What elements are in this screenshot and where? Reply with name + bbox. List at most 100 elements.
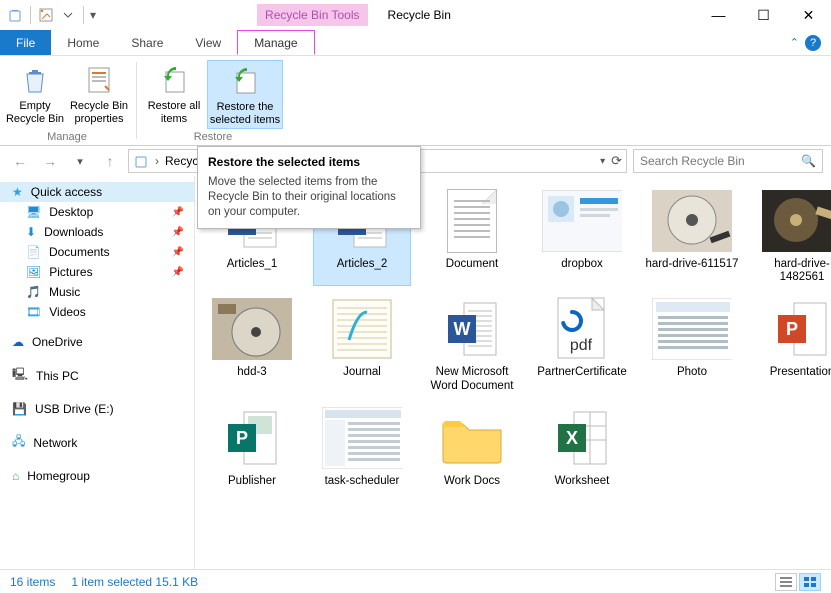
- file-thumb: [652, 186, 732, 256]
- pictures-icon: 🖼: [26, 265, 41, 279]
- sidebar-item-label: Videos: [49, 305, 85, 319]
- file-label: Publisher: [228, 475, 276, 488]
- tab-file[interactable]: File: [0, 30, 51, 55]
- sidebar-item-documents[interactable]: 📄 Documents 📌: [0, 242, 194, 262]
- file-label: Journal: [343, 366, 381, 379]
- large-icons-view-button[interactable]: [799, 573, 821, 591]
- tab-share[interactable]: Share: [115, 30, 179, 55]
- window-title: Recycle Bin: [388, 8, 451, 22]
- maximize-button[interactable]: ☐: [741, 0, 786, 30]
- details-view-button[interactable]: [775, 573, 797, 591]
- file-item[interactable]: XWorksheet: [533, 401, 631, 490]
- file-thumb: P: [762, 294, 831, 364]
- file-item[interactable]: pdf PartnerCertificate: [533, 292, 631, 394]
- network-icon: 🖧: [12, 432, 25, 453]
- titlebar: ▾ Recycle Bin Tools Recycle Bin — ☐ ✕: [0, 0, 831, 30]
- forward-button[interactable]: →: [38, 149, 62, 173]
- file-label: Worksheet: [555, 475, 610, 488]
- pin-icon: 📌: [172, 247, 184, 258]
- sidebar-item-label: This PC: [36, 369, 79, 383]
- sidebar-item-onedrive[interactable]: ☁ OneDrive: [0, 332, 194, 352]
- svg-text:W: W: [454, 319, 471, 339]
- file-label: dropbox: [561, 258, 603, 271]
- close-button[interactable]: ✕: [786, 0, 831, 30]
- sidebar-item-usb[interactable]: 💾 USB Drive (E:): [0, 399, 194, 419]
- sidebar-item-downloads[interactable]: ⬇ Downloads 📌: [0, 222, 194, 242]
- file-label: task-scheduler: [325, 475, 400, 488]
- file-item[interactable]: hdd-3: [203, 292, 301, 394]
- tab-manage[interactable]: Manage: [237, 30, 314, 55]
- recycle-bin-icon: [6, 6, 24, 24]
- search-icon: 🔍: [801, 154, 816, 168]
- sidebar-item-videos[interactable]: 🎞 Videos: [0, 302, 194, 322]
- file-label: Presentation: [770, 366, 831, 379]
- qat-dropdown-icon[interactable]: [59, 6, 77, 24]
- file-item[interactable]: Document: [423, 184, 521, 286]
- tooltip-body: Move the selected items from the Recycle…: [208, 175, 410, 220]
- properties-qat-icon[interactable]: [37, 6, 55, 24]
- file-thumb: [322, 403, 402, 473]
- file-thumb: [212, 294, 292, 364]
- empty-bin-icon: [19, 64, 51, 96]
- homegroup-icon: ⌂: [12, 469, 19, 483]
- restore-all-icon: [158, 64, 190, 96]
- restore-all-button[interactable]: Restore all items: [143, 60, 205, 129]
- file-thumb: W: [432, 294, 512, 364]
- file-thumb: pdf: [542, 294, 622, 364]
- file-item[interactable]: hard-drive-611517: [643, 184, 741, 286]
- sidebar-item-this-pc[interactable]: 🖳 This PC: [0, 362, 194, 389]
- tab-home[interactable]: Home: [51, 30, 115, 55]
- file-item[interactable]: Work Docs: [423, 401, 521, 490]
- file-list[interactable]: WArticles_1WArticles_2Documentdropboxhar…: [195, 176, 831, 569]
- contextual-tab-label: Recycle Bin Tools: [257, 4, 368, 26]
- file-thumb: [652, 294, 732, 364]
- refresh-icon[interactable]: ⟳: [611, 153, 622, 169]
- file-thumb: P: [212, 403, 292, 473]
- svg-text:P: P: [236, 428, 248, 448]
- file-item[interactable]: dropbox: [533, 184, 631, 286]
- file-item[interactable]: task-scheduler: [313, 401, 411, 490]
- ribbon-btn-label: Restore the selected items: [208, 101, 282, 126]
- sidebar-item-homegroup[interactable]: ⌂ Homegroup: [0, 466, 194, 486]
- sidebar-item-network[interactable]: 🖧 Network: [0, 429, 194, 456]
- ribbon-group-restore: Restore: [143, 129, 283, 145]
- file-label: hard-drive-1482561: [755, 258, 831, 284]
- recent-locations-button[interactable]: ▾: [68, 149, 92, 173]
- pin-icon: 📌: [172, 227, 184, 238]
- file-label: Photo: [677, 366, 707, 379]
- up-button[interactable]: ↑: [98, 149, 122, 173]
- back-button[interactable]: ←: [8, 149, 32, 173]
- recycle-bin-properties-button[interactable]: Recycle Bin properties: [68, 60, 130, 129]
- file-item[interactable]: Photo: [643, 292, 741, 394]
- help-icon[interactable]: ?: [805, 35, 821, 51]
- search-placeholder: Search Recycle Bin: [640, 154, 745, 168]
- navigation-pane: ★ Quick access 🖥 Desktop 📌 ⬇ Downloads 📌…: [0, 176, 195, 569]
- quick-access-toolbar: ▾: [0, 6, 102, 24]
- file-thumb: [322, 294, 402, 364]
- sidebar-item-quick-access[interactable]: ★ Quick access: [0, 182, 194, 202]
- ribbon-btn-label: Empty Recycle Bin: [4, 100, 66, 125]
- file-label: Document: [446, 258, 498, 271]
- file-item[interactable]: P Publisher: [203, 401, 301, 490]
- star-icon: ★: [12, 185, 23, 199]
- search-input[interactable]: Search Recycle Bin 🔍: [633, 149, 823, 173]
- tab-view[interactable]: View: [179, 30, 237, 55]
- restore-selected-button[interactable]: Restore the selected items: [207, 60, 283, 129]
- file-label: PartnerCertificate: [537, 366, 626, 379]
- sidebar-item-desktop[interactable]: 🖥 Desktop 📌: [0, 202, 194, 222]
- ribbon-btn-label: Recycle Bin properties: [68, 100, 130, 125]
- status-selection: 1 item selected 15.1 KB: [71, 575, 198, 589]
- sidebar-item-label: Downloads: [44, 225, 103, 239]
- file-item[interactable]: Journal: [313, 292, 411, 394]
- sidebar-item-pictures[interactable]: 🖼 Pictures 📌: [0, 262, 194, 282]
- file-label: hdd-3: [237, 366, 266, 379]
- file-item[interactable]: WNew Microsoft Word Document: [423, 292, 521, 394]
- ribbon-group-manage: Manage: [4, 129, 130, 145]
- ribbon-collapse-icon[interactable]: ⌃: [790, 36, 799, 49]
- file-item[interactable]: P Presentation: [753, 292, 831, 394]
- empty-recycle-bin-button[interactable]: Empty Recycle Bin: [4, 60, 66, 129]
- sidebar-item-music[interactable]: 🎵 Music: [0, 282, 194, 302]
- usb-icon: 💾: [12, 402, 27, 416]
- minimize-button[interactable]: —: [696, 0, 741, 30]
- file-item[interactable]: hard-drive-1482561: [753, 184, 831, 286]
